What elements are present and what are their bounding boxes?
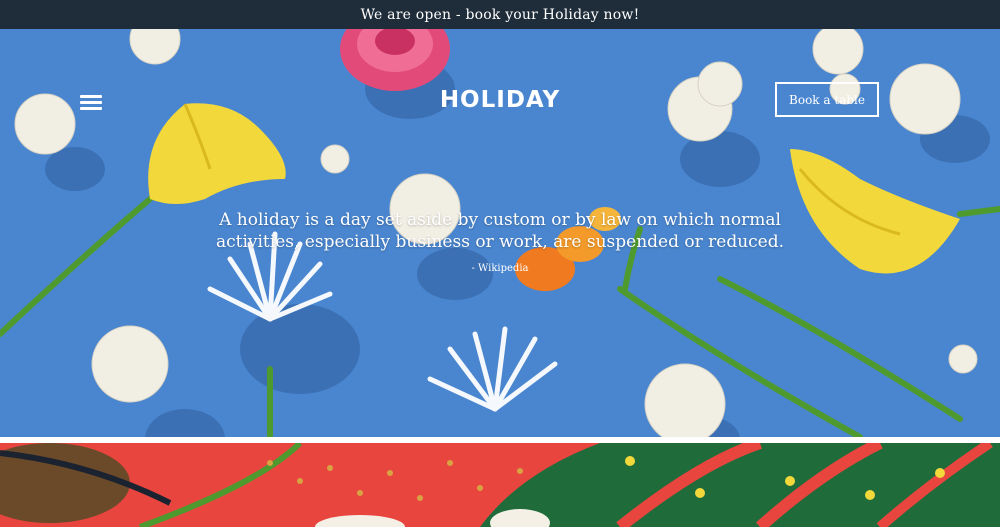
menu-bar (80, 101, 102, 104)
quote-attribution: - Wikipedia (471, 263, 529, 274)
menu-bar (80, 95, 102, 98)
announcement-text: We are open - book your Holiday now! (360, 6, 640, 23)
book-table-button[interactable]: Book a table (775, 82, 879, 117)
second-section-image (0, 443, 1000, 527)
hero-quote: A holiday is a day set aside by custom o… (215, 210, 785, 252)
announcement-bar: We are open - book your Holiday now! (0, 0, 1000, 29)
site-logo[interactable]: HOLIDAY (400, 87, 600, 113)
hamburger-menu-icon[interactable] (80, 95, 104, 113)
hero-section: HOLIDAY Book a table A holiday is a day … (0, 29, 1000, 437)
menu-bar (80, 107, 102, 110)
tropical-leaves-image (0, 443, 1000, 527)
